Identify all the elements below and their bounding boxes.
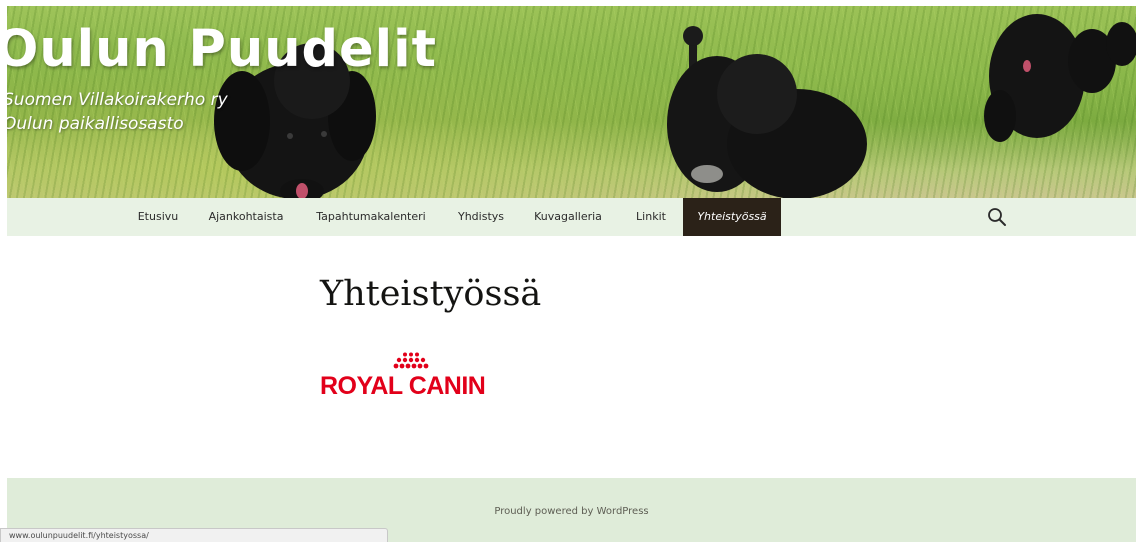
nav-item-linkit[interactable]: Linkit	[626, 198, 676, 236]
footer-credit-link[interactable]: Proudly powered by WordPress	[7, 506, 1136, 517]
header-banner: Oulun Puudelit Suomen Villakoirakerho ry…	[7, 6, 1136, 198]
site-description: Suomen Villakoirakerho ry Oulun paikalli…	[7, 88, 228, 136]
site-title[interactable]: Oulun Puudelit	[7, 20, 437, 79]
page-title: Yhteistyössä	[320, 274, 542, 314]
main-navigation: Etusivu Ajankohtaista Tapahtumakalenteri…	[7, 198, 1136, 236]
site-description-line2: Oulun paikallisosasto	[7, 114, 184, 134]
search-icon[interactable]	[987, 207, 1007, 227]
nav-item-yhdistys[interactable]: Yhdistys	[448, 198, 514, 236]
nav-item-yhteistyossa[interactable]: Yhteistyössä	[683, 198, 781, 236]
nav-item-tapahtumakalenteri[interactable]: Tapahtumakalenteri	[307, 198, 435, 236]
royal-canin-wordmark: ROYAL CANIN	[320, 372, 486, 400]
poodle-image-right	[984, 14, 1136, 142]
browser-status-bar: www.oulunpuudelit.fi/yhteistyossa/	[0, 528, 388, 542]
nav-item-etusivu[interactable]: Etusivu	[129, 198, 187, 236]
royal-canin-logo[interactable]: ROYAL CANIN	[320, 352, 498, 402]
nav-item-ajankohtaista[interactable]: Ajankohtaista	[201, 198, 291, 236]
crown-icon	[393, 352, 429, 369]
nav-item-kuvagalleria[interactable]: Kuvagalleria	[525, 198, 611, 236]
site-description-line1: Suomen Villakoirakerho ry	[7, 90, 228, 110]
poodle-image-middle	[667, 26, 867, 198]
